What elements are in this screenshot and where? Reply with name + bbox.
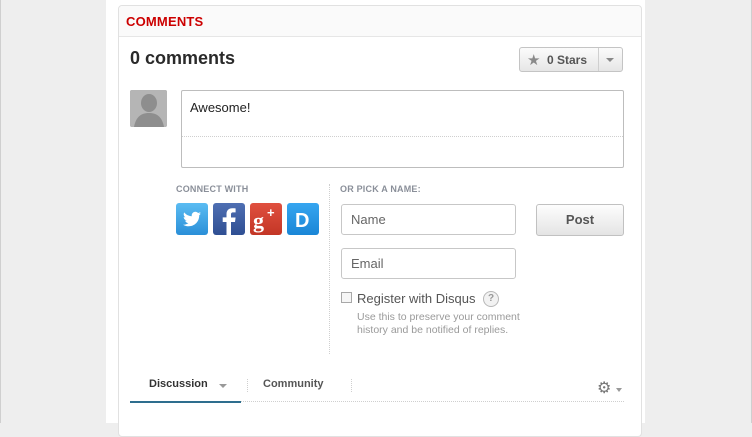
stars-dropdown-toggle[interactable] [598,48,622,71]
page-border-left [0,0,1,423]
star-icon: ★ [527,52,541,69]
comments-panel: COMMENTS 0 comments ★ 0 Stars Awesome! C… [118,5,642,437]
comment-text: Awesome! [190,100,251,115]
tab-community[interactable]: Community [263,378,324,390]
google-plus-login-button[interactable]: g + [250,203,282,235]
disqus-icon: D [295,210,309,232]
twitter-icon [183,211,201,227]
svg-text:D: D [295,210,309,232]
tab-discussion-label: Discussion [149,378,208,390]
comment-count-title: 0 comments [130,48,236,68]
vertical-divider [329,184,330,354]
tab-discussion[interactable]: Discussion [130,375,241,403]
register-checkbox[interactable] [341,292,352,303]
chevron-down-icon [219,384,227,388]
stars-label: 0 Stars [547,53,588,67]
name-input[interactable] [341,204,516,235]
svg-text:g: g [253,208,264,233]
tab-separator [247,379,248,392]
register-label[interactable]: Register with Disqus [357,291,476,306]
user-silhouette-icon [130,90,167,127]
chevron-down-icon [606,58,614,62]
stars-rating-button[interactable]: ★ 0 Stars [519,47,623,72]
comment-textarea[interactable]: Awesome! [181,90,624,168]
comment-box-divider [182,136,623,137]
avatar [130,90,167,127]
section-title: COMMENTS [126,14,204,29]
register-help-text: Use this to preserve your comment histor… [357,311,520,336]
facebook-icon [222,208,236,235]
stars-main[interactable]: ★ 0 Stars [520,48,599,71]
post-button[interactable]: Post [536,204,624,236]
twitter-login-button[interactable] [176,203,208,235]
chevron-down-icon[interactable] [616,388,622,392]
svg-text:+: + [267,205,275,220]
help-icon[interactable]: ? [483,291,499,307]
facebook-login-button[interactable] [213,203,245,235]
comments-header: COMMENTS [119,6,641,37]
google-plus-icon: g + [253,205,275,233]
gear-icon[interactable]: ⚙ [597,378,611,398]
connect-with-label: CONNECT WITH [176,184,249,194]
main-content: COMMENTS 0 comments ★ 0 Stars Awesome! C… [106,0,645,437]
pick-name-label: OR PICK A NAME: [340,184,421,194]
disqus-login-button[interactable]: D [287,203,319,235]
tab-separator [351,379,352,392]
email-input[interactable] [341,248,516,279]
